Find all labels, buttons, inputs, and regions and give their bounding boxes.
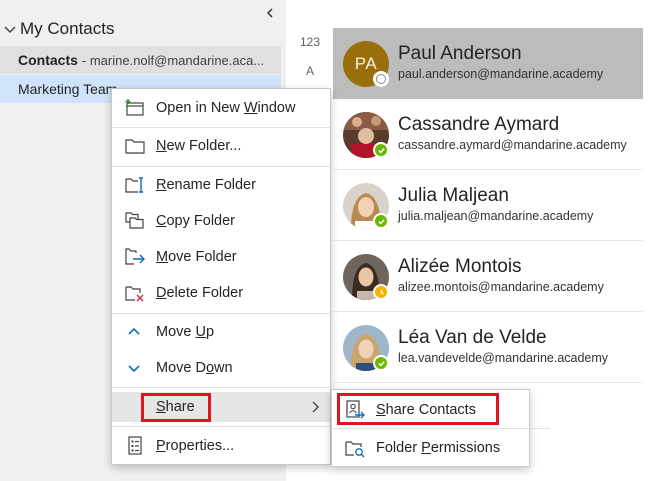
contact-card[interactable]: Cassandre Aymard cassandre.aymard@mandar… bbox=[333, 99, 643, 170]
contact-email: paul.anderson@mandarine.academy bbox=[398, 67, 604, 81]
move-folder-icon bbox=[124, 247, 146, 267]
contact-email: lea.vandevelde@mandarine.academy bbox=[398, 351, 609, 365]
presence-available-icon bbox=[373, 355, 389, 371]
menu-item-move-down[interactable]: Move Down bbox=[112, 353, 330, 383]
folder-name: Contacts bbox=[18, 52, 78, 68]
open-new-window-icon bbox=[124, 98, 146, 118]
contact-name: Cassandre Aymard bbox=[398, 114, 560, 135]
index-letter-a[interactable]: A bbox=[306, 64, 314, 78]
contact-list: PA Paul Anderson paul.anderson@mandarine… bbox=[333, 28, 643, 383]
presence-available-icon bbox=[373, 213, 389, 229]
folder-item-contacts[interactable]: Contacts - marine.nolf@mandarine.aca... bbox=[0, 46, 281, 74]
my-contacts-title: My Contacts bbox=[20, 19, 115, 38]
delete-folder-icon bbox=[124, 283, 146, 303]
menu-separator bbox=[112, 127, 330, 128]
chevron-down-icon bbox=[2, 21, 18, 37]
contact-card[interactable]: PA Paul Anderson paul.anderson@mandarine… bbox=[333, 28, 643, 99]
contact-email: julia.maljean@mandarine.academy bbox=[398, 209, 594, 223]
menu-item-rename-folder[interactable]: Rename Folder bbox=[112, 170, 330, 200]
menu-item-open-new-window[interactable]: Open in New Window bbox=[112, 93, 330, 123]
presence-away-icon bbox=[373, 284, 389, 300]
chevron-right-icon bbox=[310, 401, 320, 413]
folder-account: - marine.nolf@mandarine.aca... bbox=[81, 52, 265, 68]
copy-folder-icon bbox=[124, 211, 146, 231]
contact-name: Paul Anderson bbox=[398, 43, 522, 64]
menu-separator bbox=[112, 387, 330, 388]
contact-name: Alizée Montois bbox=[398, 256, 522, 277]
contact-card[interactable]: Alizée Montois alizee.montois@mandarine.… bbox=[333, 241, 643, 312]
contact-name: Léa Van de Velde bbox=[398, 327, 547, 348]
contact-name: Julia Maljean bbox=[398, 185, 509, 206]
my-contacts-group-header[interactable]: My Contacts bbox=[0, 16, 260, 42]
menu-item-copy-folder[interactable]: Copy Folder bbox=[112, 206, 330, 236]
menu-item-move-folder[interactable]: Move Folder bbox=[112, 242, 330, 272]
folder-permissions-icon bbox=[344, 438, 366, 458]
contact-email: alizee.montois@mandarine.academy bbox=[398, 280, 604, 294]
contact-card[interactable]: Julia Maljean julia.maljean@mandarine.ac… bbox=[333, 170, 643, 241]
new-folder-icon bbox=[124, 136, 146, 156]
presence-available-icon bbox=[373, 142, 389, 158]
properties-icon bbox=[124, 436, 146, 456]
menu-item-delete-folder[interactable]: Delete Folder bbox=[112, 278, 330, 308]
contact-card[interactable]: Léa Van de Velde lea.vandevelde@mandarin… bbox=[333, 312, 643, 383]
collapse-pane-icon[interactable] bbox=[263, 6, 277, 20]
share-contacts-highlight-box bbox=[337, 393, 499, 425]
contact-email: cassandre.aymard@mandarine.academy bbox=[398, 138, 627, 152]
menu-item-properties[interactable]: Properties... bbox=[112, 431, 330, 461]
menu-item-new-folder[interactable]: New Folder... bbox=[112, 131, 330, 161]
menu-separator bbox=[112, 313, 330, 314]
menu-item-folder-permissions[interactable]: Folder Permissions bbox=[332, 433, 529, 463]
menu-separator bbox=[112, 166, 330, 167]
chevron-down-icon bbox=[124, 358, 146, 378]
rename-folder-icon bbox=[124, 175, 146, 195]
menu-separator bbox=[112, 426, 330, 427]
chevron-up-icon bbox=[124, 322, 146, 342]
folder-name: Marketing Team bbox=[18, 81, 118, 97]
menu-item-move-up[interactable]: Move Up bbox=[112, 317, 330, 347]
share-highlight-box bbox=[141, 393, 211, 422]
index-letter-123[interactable]: 123 bbox=[300, 35, 320, 49]
presence-offline-icon bbox=[373, 71, 389, 87]
menu-separator bbox=[332, 428, 550, 429]
